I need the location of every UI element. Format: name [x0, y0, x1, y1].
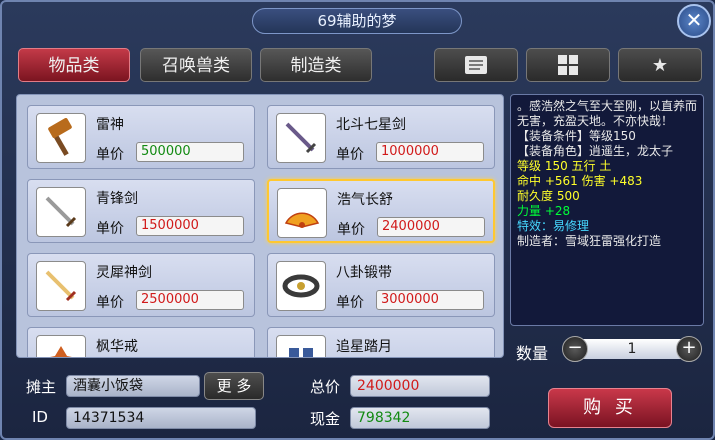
book-icon — [465, 56, 487, 74]
sword-icon — [36, 261, 86, 311]
stall-window: 69辅助的梦 ✕ 物品类 召唤兽类 制造类 ★ 雷神 单价 500000 北斗七… — [0, 0, 715, 440]
price-label: 单价 — [336, 147, 364, 163]
cash-field: 798342 — [350, 407, 490, 429]
seller-label: 摊主 — [26, 378, 57, 396]
quantity-value[interactable]: 1 — [574, 339, 690, 359]
quantity-stepper: 1 − + — [562, 336, 702, 362]
price-label: 单价 — [96, 147, 124, 163]
price-value: 1000000 — [376, 142, 484, 162]
quantity-label: 数量 — [516, 344, 549, 363]
item-name: 浩气长舒 — [337, 192, 393, 208]
item-name: 北斗七星剑 — [336, 117, 406, 133]
minus-icon: − — [567, 337, 583, 358]
total-price-label: 总价 — [310, 378, 341, 396]
total-price-field: 2400000 — [350, 375, 490, 397]
price-label: 单价 — [336, 295, 364, 311]
desc-strength: 力量 +28 — [517, 204, 571, 218]
sword-icon — [36, 187, 86, 237]
ring-icon — [36, 335, 86, 357]
id-field: 14371534 — [66, 407, 256, 429]
price-value: 1500000 — [136, 216, 244, 236]
goods-item[interactable]: 灵犀神剑 单价 2500000 — [27, 253, 255, 317]
price-value: 500000 — [136, 142, 244, 162]
price-label: 单价 — [96, 221, 124, 237]
price-value: 3000000 — [376, 290, 484, 310]
sword-icon — [276, 113, 326, 163]
goods-item[interactable]: 青锋剑 单价 1500000 — [27, 179, 255, 243]
close-icon: ✕ — [685, 8, 703, 32]
desc-role: 【装备角色】逍遥生，龙太子 — [517, 144, 674, 158]
goods-item[interactable]: 追星踏月 — [267, 327, 495, 357]
goods-item[interactable]: 雷神 单价 500000 — [27, 105, 255, 169]
item-name: 八卦锻带 — [336, 265, 392, 281]
desc-condition: 【装备条件】等级150 — [517, 129, 636, 143]
price-label: 单价 — [96, 295, 124, 311]
desc-durability: 耐久度 500 — [517, 189, 580, 203]
price-label: 单价 — [337, 222, 365, 238]
item-name: 青锋剑 — [96, 191, 138, 207]
item-description: 。感浩然之气至大至刚，以直养而无害，充盈天地。不亦快哉！ 【装备条件】等级150… — [510, 94, 704, 326]
grid-icon — [558, 55, 578, 75]
id-label: ID — [32, 408, 48, 426]
desc-intro: 。感浩然之气至大至刚，以直养而无害，充盈天地。不亦快哉！ — [517, 99, 698, 128]
tab-items[interactable]: 物品类 — [18, 48, 130, 82]
star-icon: ★ — [651, 54, 669, 76]
book-button[interactable] — [434, 48, 518, 82]
close-button[interactable]: ✕ — [677, 4, 711, 38]
plus-icon: + — [681, 337, 697, 358]
item-name: 追星踏月 — [336, 339, 392, 355]
decrease-button[interactable]: − — [562, 336, 588, 362]
desc-level: 等级 150 五行 土 — [517, 159, 612, 173]
goods-item-selected[interactable]: 浩气长舒 单价 2400000 — [267, 179, 495, 243]
price-value: 2500000 — [136, 290, 244, 310]
goods-item[interactable]: 北斗七星剑 单价 1000000 — [267, 105, 495, 169]
increase-button[interactable]: + — [676, 336, 702, 362]
favorite-button[interactable]: ★ — [618, 48, 702, 82]
desc-hit: 命中 +561 伤害 +483 — [517, 174, 643, 188]
price-value: 2400000 — [377, 217, 485, 237]
item-name: 雷神 — [96, 117, 124, 133]
boots-icon — [276, 335, 326, 357]
hammer-icon — [36, 113, 86, 163]
goods-item[interactable]: 八卦锻带 单价 3000000 — [267, 253, 495, 317]
desc-maker: 制造者：雪域狂雷强化打造 — [517, 234, 662, 248]
seller-name-field: 酒囊小饭袋 — [66, 375, 200, 397]
goods-list: 雷神 单价 500000 北斗七星剑 单价 1000000 青锋剑 单价 150… — [16, 94, 504, 358]
window-title: 69辅助的梦 — [252, 8, 462, 34]
fan-icon — [277, 188, 327, 238]
belt-icon — [276, 261, 326, 311]
buy-button[interactable]: 购 买 — [548, 388, 672, 428]
goods-item[interactable]: 枫华戒 — [27, 327, 255, 357]
tab-crafting[interactable]: 制造类 — [260, 48, 372, 82]
grid-button[interactable] — [526, 48, 610, 82]
desc-special: 特效：易修理 — [517, 219, 590, 233]
tab-summons[interactable]: 召唤兽类 — [140, 48, 252, 82]
more-button[interactable]: 更 多 — [204, 372, 264, 400]
cash-label: 现金 — [310, 410, 341, 428]
item-name: 枫华戒 — [96, 339, 138, 355]
item-name: 灵犀神剑 — [96, 265, 152, 281]
